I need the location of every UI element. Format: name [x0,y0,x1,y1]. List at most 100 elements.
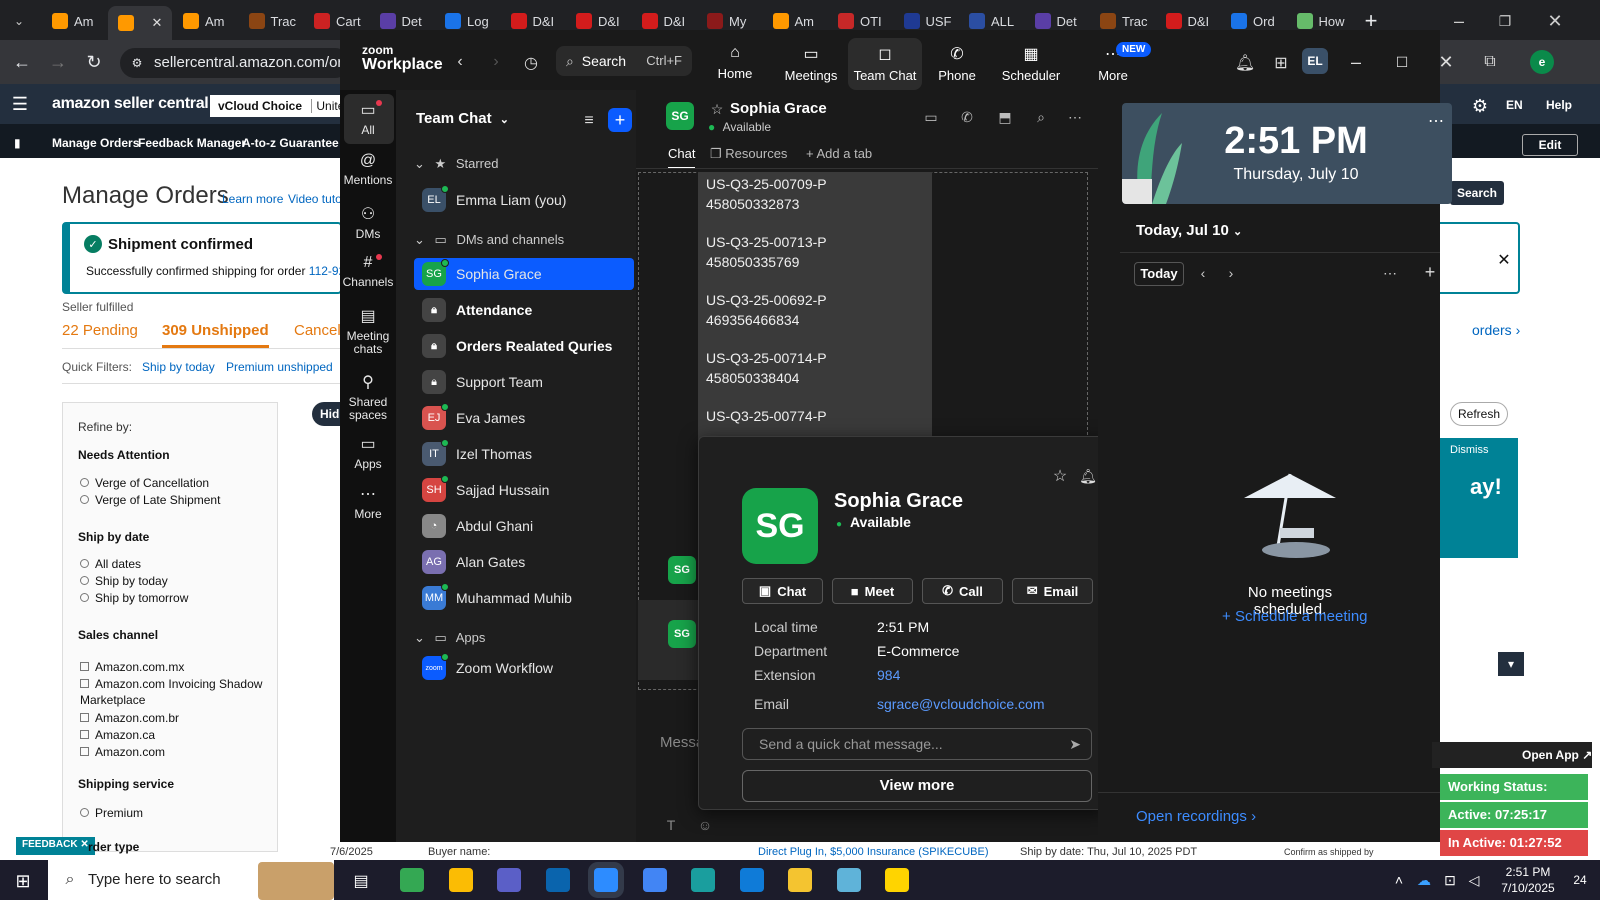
radio-icon[interactable] [80,808,89,817]
rail-shared-spaces[interactable]: ⚲ Shared spaces [340,372,396,422]
tray-chevron-icon[interactable]: ˄ [1390,870,1408,890]
channel-item[interactable]: EJ Eva James [414,402,632,434]
filter-option[interactable]: Ship by today [80,574,270,588]
store-selector[interactable]: vCloud Choice United S [210,95,340,117]
sender-avatar[interactable]: SG [668,556,696,584]
favorite-star-icon[interactable]: ☆ [1050,466,1070,486]
phone-icon[interactable]: ✆ [956,108,978,126]
rail-mentions[interactable]: @ Mentions [340,152,396,187]
url-field[interactable]: sellercentral.amazon.com/ord [120,48,351,78]
share-screen-icon[interactable]: ⬒ [994,108,1016,126]
checkbox-icon[interactable] [80,713,89,722]
tab-cancel[interactable]: Cancel [294,322,341,339]
volume-icon[interactable]: ◁ [1464,870,1484,890]
profile-call-button[interactable]: ✆ Call [922,578,1003,604]
zoom-back-icon[interactable]: ‹ [450,52,470,72]
zoom-nav-team-chat[interactable]: ◻ Team Chat [848,38,922,90]
prev-day-icon[interactable]: ‹ [1194,264,1212,282]
app-icon[interactable] [691,868,715,892]
more-options-icon[interactable]: ⋯ [1064,108,1086,126]
quick-message-input[interactable]: Send a quick chat message... ➤ [742,728,1092,760]
team-chat-header[interactable]: Team Chat ⌄ [416,110,509,127]
sticky-notes-icon[interactable] [885,868,909,892]
apps-section[interactable]: ⌄ ▭ Apps [414,630,485,646]
radio-icon[interactable] [80,559,89,568]
browser-tab[interactable]: Trac [239,8,303,34]
zoom-minimize-button[interactable]: – [1344,50,1368,74]
radio-icon[interactable] [80,478,89,487]
filter-option[interactable]: Verge of Cancellation [80,476,270,490]
orders-link[interactable]: orders › [1472,322,1520,338]
notification-bell-icon[interactable]: 🔔︎ [1234,52,1256,74]
tab-resources[interactable]: ❐ Resources [710,146,787,162]
chrome-profile-icon[interactable] [448,868,473,892]
order-row-shipping[interactable]: Direct Plug In, $5,000 Insurance (SPIKEC… [758,846,989,858]
channel-item[interactable]: SH Sajjad Hussain [414,474,632,506]
browser-tab[interactable]: Am [173,8,237,34]
search-button[interactable]: Search [1450,181,1504,205]
zoom-close-button[interactable]: ✕ [1434,50,1458,74]
hide-button[interactable]: Hid [312,402,342,426]
zoom-maximize-button[interactable]: ☐ [1390,50,1414,74]
minimize-browser-button[interactable]: – [1444,8,1474,34]
tab-unshipped[interactable]: 309 Unshipped [162,322,269,348]
checkbox-icon[interactable] [80,747,89,756]
profile-chat-button[interactable]: ▣ Chat [742,578,823,604]
radio-icon[interactable] [80,576,89,585]
channel-item[interactable]: AG Alan Gates [414,546,632,578]
emoji-icon[interactable]: ☺ [696,816,714,834]
channel-item[interactable]: IT Izel Thomas [414,438,632,470]
history-icon[interactable]: ◷ [520,52,542,74]
checkbox-icon[interactable] [80,730,89,739]
tab-pending[interactable]: 22 Pending [62,322,138,339]
open-app-button[interactable]: Open App ↗ [1522,748,1592,762]
onedrive-icon[interactable]: ☁ [1414,870,1434,890]
star-outline-icon[interactable]: ☆ [708,100,726,118]
close-browser-button[interactable]: ✕ [1540,8,1570,34]
profile-email-button[interactable]: ✉ Email [1012,578,1093,604]
dms-channels-section[interactable]: ⌄ ▭ DMs and channels [414,232,564,248]
open-recordings-link[interactable]: Open recordings › [1136,808,1256,825]
zoom-nav-home[interactable]: ⌂ Home [698,44,772,81]
zoom-nav-phone[interactable]: ✆ Phone [920,44,994,83]
rail-more[interactable]: ⋯ More [340,484,396,521]
zoom-nav-scheduler[interactable]: ▦ Scheduler [994,44,1068,83]
browser-tab[interactable]: Am [42,8,106,34]
chat-search-icon[interactable]: ⌕ [1030,108,1052,126]
nav-manage-orders[interactable]: Manage Orders [52,136,139,150]
feedback-tab[interactable]: FEEDBACK ✕ [16,837,95,855]
tab-chat[interactable]: Chat [668,146,696,169]
language-selector[interactable]: EN [1506,98,1523,112]
next-day-icon[interactable]: › [1222,264,1240,282]
edge-icon[interactable] [739,868,764,892]
rail-all[interactable]: ▭ All [340,100,396,137]
tab-add[interactable]: + Add a tab [806,146,872,161]
filter-option[interactable]: Ship by tomorrow [80,591,270,605]
bookmark-icon[interactable]: ▮ [14,136,21,150]
channel-item[interactable]: SG Sophia Grace [414,258,632,290]
zoom-app-icon[interactable] [594,868,618,892]
sender-avatar[interactable]: SG [668,620,696,648]
help-link[interactable]: Help [1546,98,1572,112]
zoom-nav-meetings[interactable]: ▭ Meetings [774,44,848,83]
extensions-icon[interactable]: ⧉ [1478,50,1502,74]
video-tutorial-link[interactable]: Video tuto [288,192,342,206]
network-icon[interactable]: ⊡ [1440,870,1460,890]
channel-item[interactable]: 🔒︎ Support Team [414,366,632,398]
today-button[interactable]: Today [1134,262,1184,286]
filter-option[interactable]: Verge of Late Shipment [80,493,270,507]
forward-icon[interactable]: → [46,50,70,74]
extension-value[interactable]: 984 [877,667,900,683]
rail-channels[interactable]: # Channels [340,254,396,289]
send-icon[interactable]: ➤ [1069,729,1081,759]
edit-button[interactable]: Edit [1522,134,1578,156]
zoom-user-avatar[interactable]: EL [1302,48,1328,74]
task-view-icon[interactable]: ▤ [350,870,372,892]
order-dropdown-button[interactable]: ▾ [1498,652,1524,676]
filter-option[interactable]: Amazon.com Invoicing Shadow Marketplace [80,676,270,708]
filter-option[interactable]: Amazon.com [80,744,270,760]
reload-icon[interactable]: ↻ [82,50,106,74]
new-chat-button[interactable]: + [608,108,632,132]
back-icon[interactable]: ← [10,50,34,74]
checkbox-icon[interactable] [80,662,89,671]
